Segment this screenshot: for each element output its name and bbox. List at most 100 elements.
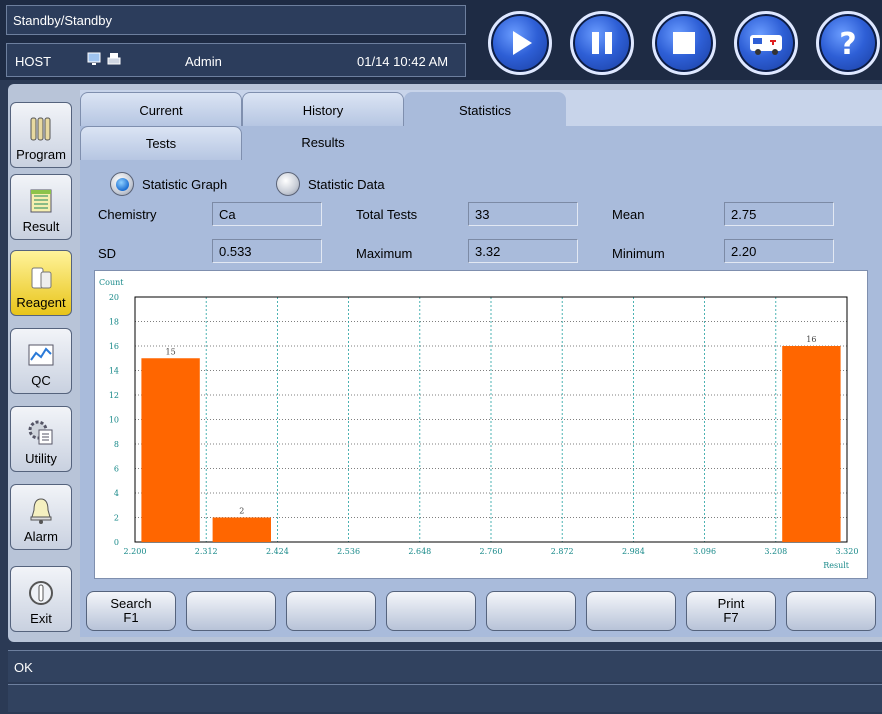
utility-gear-icon bbox=[28, 420, 53, 445]
content-panel: Current History Statistics Tests Results… bbox=[80, 90, 882, 637]
stop-icon bbox=[673, 32, 695, 54]
y-tick-label: 16 bbox=[109, 342, 119, 351]
minimum-value: 2.20 bbox=[724, 239, 834, 263]
fkey-f2[interactable] bbox=[186, 591, 276, 631]
chemistry-label: Chemistry bbox=[98, 207, 157, 222]
tab-current[interactable]: Current bbox=[80, 92, 242, 126]
emergency-button[interactable] bbox=[734, 11, 798, 75]
fkey-shortcut: F1 bbox=[123, 610, 139, 625]
nav-result-label: Result bbox=[22, 219, 60, 234]
x-axis-title: Result bbox=[823, 561, 850, 570]
fkey-f8[interactable] bbox=[786, 591, 876, 631]
qc-chart-icon bbox=[28, 344, 54, 366]
radio-statistic-graph-label: Statistic Graph bbox=[142, 176, 228, 192]
nav-exit-label: Exit bbox=[30, 611, 52, 626]
radio-statistic-data[interactable]: Statistic Data bbox=[276, 172, 385, 196]
nav-program-label: Program bbox=[16, 147, 66, 162]
bar-value-label: 2 bbox=[239, 507, 244, 516]
ambulance-icon bbox=[750, 35, 782, 55]
monitor-icon bbox=[87, 52, 101, 65]
y-tick-label: 12 bbox=[109, 391, 119, 400]
x-tick-label: 3.208 bbox=[764, 547, 787, 556]
notebook-icon bbox=[30, 189, 52, 213]
radio-statistic-graph[interactable]: Statistic Graph bbox=[110, 172, 227, 196]
y-tick-label: 14 bbox=[109, 367, 119, 376]
x-tick-label: 2.200 bbox=[124, 547, 147, 556]
x-tick-label: 2.312 bbox=[195, 547, 218, 556]
tubes-icon bbox=[30, 117, 51, 141]
mean-value: 2.75 bbox=[724, 202, 834, 226]
fkey-f5[interactable] bbox=[486, 591, 576, 631]
message-area: OK bbox=[0, 646, 882, 714]
x-tick-label: 2.536 bbox=[337, 547, 360, 556]
top-bar: Standby/Standby HOST Admin 01/14 10:42 A… bbox=[0, 0, 882, 80]
fkey-f4[interactable] bbox=[386, 591, 476, 631]
y-tick-label: 6 bbox=[114, 465, 119, 474]
histogram-svg: 0 2 4 6 8 10 12 14 16 18 20 2.200 2.312 2.424 2.536 2.6… bbox=[99, 278, 859, 570]
sd-label: SD bbox=[98, 246, 117, 261]
mean-label: Mean bbox=[612, 207, 645, 222]
subtab-bar: Tests Results bbox=[80, 126, 882, 160]
pause-button[interactable] bbox=[570, 11, 634, 75]
user-name: Admin bbox=[185, 54, 222, 69]
fkey-shortcut: F7 bbox=[723, 610, 739, 625]
x-tick-label: 3.320 bbox=[836, 547, 859, 556]
histogram-bar bbox=[212, 517, 271, 542]
total-tests-value: 33 bbox=[468, 202, 578, 226]
function-key-bar: Search F1 Print F7 bbox=[86, 591, 882, 631]
maximum-label: Maximum bbox=[356, 246, 413, 261]
y-tick-label: 18 bbox=[109, 318, 119, 327]
reagent-icon bbox=[31, 267, 52, 289]
date-time: 01/14 10:42 AM bbox=[357, 54, 449, 69]
nav-result[interactable]: Result bbox=[10, 174, 72, 240]
histogram-bar bbox=[141, 358, 200, 542]
fkey-label: Print bbox=[717, 596, 745, 611]
nav-alarm-label: Alarm bbox=[24, 529, 58, 544]
printer-icon bbox=[107, 53, 121, 65]
chemistry-value: Ca bbox=[212, 202, 322, 226]
radio-unselected-icon bbox=[276, 172, 300, 196]
host-label: HOST bbox=[15, 54, 52, 69]
power-icon bbox=[29, 581, 53, 605]
fkey-f3[interactable] bbox=[286, 591, 376, 631]
histogram-chart: 0 2 4 6 8 10 12 14 16 18 20 2.200 2.312 2.424 2.536 2.6… bbox=[94, 270, 868, 579]
nav-qc[interactable]: QC bbox=[10, 328, 72, 394]
play-button[interactable] bbox=[488, 11, 552, 75]
radio-statistic-data-label: Statistic Data bbox=[308, 176, 385, 192]
x-tick-label: 2.648 bbox=[408, 547, 431, 556]
tab-statistics[interactable]: Statistics bbox=[404, 92, 566, 126]
secondary-message bbox=[8, 684, 882, 712]
radio-selected-icon bbox=[110, 172, 134, 196]
nav-program[interactable]: Program bbox=[10, 102, 72, 168]
maximum-value: 3.32 bbox=[468, 239, 578, 263]
svg-text:?: ? bbox=[839, 27, 856, 62]
stop-button[interactable] bbox=[652, 11, 716, 75]
help-button[interactable]: ? bbox=[816, 11, 880, 75]
y-axis-title: Count bbox=[99, 278, 124, 287]
subtab-results[interactable]: Results bbox=[242, 126, 404, 160]
sd-value: 0.533 bbox=[212, 239, 322, 263]
status-message: OK bbox=[8, 650, 882, 682]
y-tick-label: 4 bbox=[114, 489, 119, 498]
y-tick-label: 0 bbox=[114, 538, 119, 547]
y-tick-label: 8 bbox=[114, 440, 119, 449]
x-tick-label: 3.096 bbox=[693, 547, 716, 556]
x-tick-label: 2.872 bbox=[551, 547, 574, 556]
host-bar: HOST Admin 01/14 10:42 AM bbox=[6, 43, 466, 77]
x-tick-label: 2.424 bbox=[266, 547, 289, 556]
tab-history[interactable]: History bbox=[242, 92, 404, 126]
nav-reagent[interactable]: Reagent bbox=[10, 250, 72, 316]
fkey-search-f1[interactable]: Search F1 bbox=[86, 591, 176, 631]
nav-exit[interactable]: Exit bbox=[10, 566, 72, 632]
y-tick-label: 20 bbox=[109, 293, 119, 302]
histogram-bar bbox=[782, 346, 841, 542]
fkey-label: Search bbox=[110, 596, 152, 611]
subtab-tests[interactable]: Tests bbox=[80, 126, 242, 160]
nav-utility[interactable]: Utility bbox=[10, 406, 72, 472]
system-status: Standby/Standby bbox=[6, 5, 466, 35]
fkey-print-f7[interactable]: Print F7 bbox=[686, 591, 776, 631]
fkey-f6[interactable] bbox=[586, 591, 676, 631]
x-tick-label: 2.984 bbox=[622, 547, 645, 556]
nav-alarm[interactable]: Alarm bbox=[10, 484, 72, 550]
total-tests-label: Total Tests bbox=[356, 207, 418, 222]
